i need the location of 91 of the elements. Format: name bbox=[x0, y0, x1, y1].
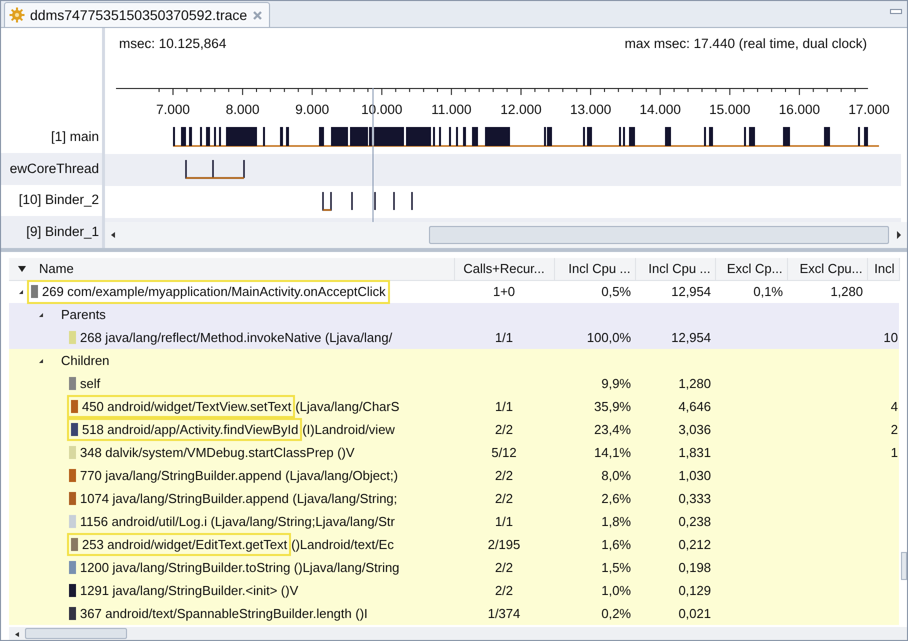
table-cell: 1,6% bbox=[601, 536, 631, 552]
minimize-icon[interactable] bbox=[890, 7, 902, 15]
table-cell: 1,280 bbox=[678, 376, 711, 391]
tick-label: 10.000 bbox=[361, 102, 402, 117]
table-cell: 1/1 bbox=[494, 514, 514, 529]
column-header[interactable]: Calls+Recur... bbox=[454, 258, 554, 280]
table-cell: 2,6% bbox=[601, 490, 631, 506]
horizontal-scrollbar[interactable] bbox=[105, 222, 907, 248]
scroll-left-icon[interactable] bbox=[109, 230, 117, 240]
tree-group-label[interactable]: Parents bbox=[61, 304, 106, 324]
method-name[interactable]: 518 android/app/Activity.findViewById bbox=[82, 420, 298, 440]
table-cell: 3,036 bbox=[678, 422, 711, 437]
table-cell: 1,030 bbox=[678, 468, 711, 483]
method-name[interactable]: self bbox=[80, 374, 100, 394]
method-signature: ()Landroid/text/Ec bbox=[291, 536, 394, 554]
max-time-label: max msec: 17.440 (real time, dual clock) bbox=[624, 36, 867, 51]
table-cell: 1,8% bbox=[601, 514, 631, 529]
tab-title: ddms7477535150350370592.trace bbox=[30, 6, 248, 24]
table-cell: 4 bbox=[890, 398, 898, 414]
table-cell: 35,9% bbox=[594, 398, 631, 414]
table-cell: 2 bbox=[890, 422, 898, 437]
table-cell: 0,2% bbox=[601, 606, 631, 621]
tick-label: 17.000 bbox=[848, 102, 890, 117]
table-cell: 2/2 bbox=[494, 582, 514, 598]
table-cell: 0,198 bbox=[678, 560, 711, 575]
tick-label: 8.000 bbox=[226, 102, 260, 117]
expander-icon[interactable] bbox=[17, 288, 25, 296]
tick-label: 12.000 bbox=[500, 102, 542, 117]
column-header[interactable]: Incl Cpu ... bbox=[635, 258, 715, 280]
vertical-scrollbar-thumb[interactable] bbox=[901, 552, 907, 580]
table-cell: 1/374 bbox=[488, 606, 520, 621]
table-cell: 12,954 bbox=[671, 330, 711, 345]
expander-icon[interactable] bbox=[37, 356, 45, 364]
table-cell: 1,0% bbox=[601, 582, 631, 598]
method-name[interactable]: 253 android/widget/EditText.getText bbox=[82, 534, 288, 554]
table-cell: 2/195 bbox=[488, 536, 520, 552]
table-cell: 1+0 bbox=[492, 284, 516, 299]
table-cell: 4,646 bbox=[678, 398, 711, 414]
column-header[interactable]: Name bbox=[39, 259, 74, 278]
tick-label: 15.000 bbox=[709, 102, 750, 117]
table-cell: 1/1 bbox=[494, 398, 514, 414]
table-cell: 2/2 bbox=[494, 468, 514, 483]
thread-label: [9] Binder_1 bbox=[26, 223, 99, 242]
table-cell: 0,333 bbox=[678, 490, 711, 506]
table-cell: 0,5% bbox=[601, 284, 631, 299]
table-cell: 12,954 bbox=[671, 284, 711, 299]
tree-group-label[interactable]: Children bbox=[61, 350, 110, 370]
tick-label: 14.000 bbox=[640, 102, 681, 117]
table-cell: 2/2 bbox=[494, 422, 514, 437]
gear-icon bbox=[9, 7, 25, 23]
tick-label: 9.000 bbox=[295, 102, 330, 117]
tick-label: 13.000 bbox=[570, 102, 612, 117]
column-header[interactable]: Incl bbox=[867, 258, 899, 280]
table-cell: 1,5% bbox=[601, 560, 631, 575]
table-cell: 9,9% bbox=[601, 376, 631, 391]
table-cell: 0,212 bbox=[678, 536, 711, 552]
thread-label: [1] main bbox=[50, 128, 99, 146]
tick-label: 7.000 bbox=[156, 102, 190, 117]
table-cell: 1/1 bbox=[494, 330, 514, 345]
table-cell: 0,1% bbox=[753, 284, 783, 299]
editor-tab[interactable]: ddms7477535150350370592.trace bbox=[4, 2, 270, 27]
expander-icon[interactable] bbox=[37, 310, 45, 318]
table-cell: 0,021 bbox=[678, 606, 711, 621]
horizontal-scrollbar[interactable] bbox=[9, 627, 907, 640]
table-cell: 1,280 bbox=[830, 284, 863, 299]
scrollbar-thumb[interactable] bbox=[25, 628, 127, 639]
method-name[interactable]: 450 android/widget/TextView.setText bbox=[82, 396, 292, 416]
method-signature: (Ljava/lang/CharS bbox=[295, 398, 400, 416]
table-cell: 1 bbox=[890, 444, 898, 460]
tick-label: 16.000 bbox=[778, 102, 820, 117]
sort-caret-icon[interactable] bbox=[17, 264, 27, 273]
table-cell: 2/2 bbox=[494, 490, 514, 506]
table-cell: 23,4% bbox=[594, 422, 631, 437]
method-signature: (I)Landroid/view bbox=[302, 420, 395, 439]
table-cell: 100,0% bbox=[586, 330, 631, 345]
scrollbar-thumb[interactable] bbox=[429, 226, 889, 244]
table-cell: 14,1% bbox=[594, 444, 631, 460]
current-time-label: msec: 10.125,864 bbox=[119, 36, 226, 51]
table-cell: 2/2 bbox=[494, 560, 514, 575]
table-cell: 8,0% bbox=[601, 468, 631, 483]
thread-label: [10] Binder_2 bbox=[18, 191, 99, 210]
column-header[interactable]: Excl Cp... bbox=[715, 258, 787, 280]
table-cell: 0,129 bbox=[678, 582, 711, 598]
table-cell: 10 bbox=[884, 330, 898, 345]
table-cell: 5/12 bbox=[491, 444, 517, 460]
table-cell: 0,238 bbox=[678, 514, 711, 529]
table-cell: 1,831 bbox=[678, 444, 711, 460]
tick-label: 11.000 bbox=[431, 102, 472, 117]
thread-label: ewCoreThread bbox=[10, 160, 99, 178]
column-header[interactable]: Excl Cpu... bbox=[787, 258, 867, 280]
column-header[interactable]: Incl Cpu ... bbox=[554, 258, 635, 280]
